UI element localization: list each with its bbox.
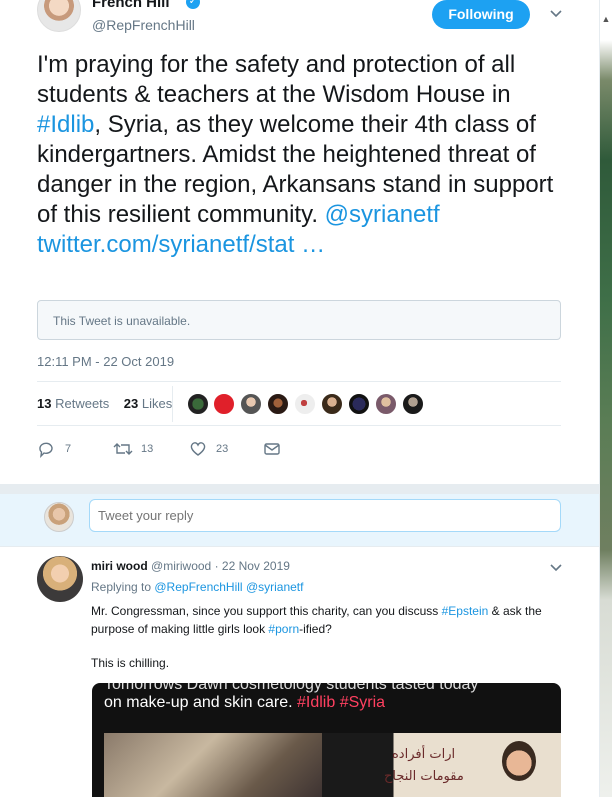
following-button[interactable]: Following <box>432 0 530 29</box>
reply-author-handle[interactable]: @miriwood <box>151 559 211 573</box>
tweet-timestamp[interactable]: 12:11 PM - 22 Oct 2019 <box>37 354 174 369</box>
reply-input[interactable] <box>89 499 561 532</box>
stats-separator <box>172 386 173 422</box>
reply-compose-area <box>0 494 599 546</box>
reply-count: 7 <box>65 443 72 455</box>
like-count: 23 <box>216 443 229 455</box>
reply-author-avatar[interactable] <box>37 556 83 602</box>
liker-avatar[interactable] <box>240 393 262 415</box>
liker-avatar[interactable] <box>321 393 343 415</box>
reply-author-name[interactable]: miri wood <box>91 559 148 573</box>
hashtag-link[interactable]: #Idlib <box>37 111 94 138</box>
scroll-up-arrow-icon[interactable]: ▲ <box>600 14 612 30</box>
liker-avatar[interactable] <box>267 393 289 415</box>
quoted-tweet-unavailable: This Tweet is unavailable. <box>37 300 561 340</box>
media-hashtag: #Syria <box>339 694 386 711</box>
media-hashtag: #Idlib <box>297 694 336 711</box>
divider <box>37 381 561 382</box>
tweet-text: I'm praying for the safety and protectio… <box>37 50 577 260</box>
liker-avatar[interactable] <box>402 393 424 415</box>
likes-stat[interactable]: 23 Likes <box>124 396 172 411</box>
liker-avatar[interactable] <box>187 393 209 415</box>
tweet-text-part: I'm praying for the safety and protectio… <box>37 51 516 108</box>
verified-badge-icon: ✓ <box>186 0 200 9</box>
retweets-stat[interactable]: 13 Retweets <box>37 396 109 411</box>
hashtag-link[interactable]: #porn <box>268 622 299 636</box>
url-link[interactable]: twitter.com/syrianetf/stat … <box>37 231 325 258</box>
background-strip: ▲ <box>600 0 612 797</box>
mention-link[interactable]: @RepFrenchHill <box>154 580 242 594</box>
heart-icon <box>190 442 206 456</box>
author-name[interactable]: French Hill <box>92 0 170 11</box>
envelope-icon <box>264 443 280 455</box>
liker-avatar[interactable] <box>375 393 397 415</box>
hashtag-link[interactable]: #Epstein <box>442 604 489 618</box>
reply-text-line2: This is chilling. <box>91 656 170 670</box>
mention-link[interactable]: @syrianetf <box>246 580 304 594</box>
engagement-stats: 13 Retweets 23 Likes <box>37 396 172 411</box>
media-photo-left <box>104 733 322 797</box>
media-sign-text: ارات أفراده <box>392 747 456 762</box>
media-sign-text: مقومات النجاح <box>384 769 464 784</box>
media-caption-text: on make-up and skin care. <box>104 694 297 711</box>
reply-author-line: miri wood @miriwood · 22 Nov 2019 <box>91 559 290 573</box>
chevron-down-icon[interactable] <box>549 563 563 573</box>
author-handle[interactable]: @RepFrenchHill <box>92 17 195 33</box>
divider <box>0 546 599 547</box>
replying-to-line: Replying to @RepFrenchHill @syrianetf <box>91 580 303 594</box>
chevron-down-icon[interactable] <box>549 9 563 19</box>
retweet-icon <box>113 443 133 455</box>
reply-icon <box>39 442 53 458</box>
reply-text-part: -ified? <box>299 622 332 636</box>
retweet-action[interactable]: 13 <box>113 440 163 460</box>
divider <box>37 425 561 426</box>
tweet-text-part: , Syria, as they welcome their 4th class… <box>37 111 554 228</box>
media-person <box>502 741 536 781</box>
liker-avatar[interactable] <box>294 393 316 415</box>
reply-date[interactable]: · 22 Nov 2019 <box>215 559 290 573</box>
mention-link[interactable]: @syrianetf <box>325 201 440 228</box>
tweet-detail-panel: French Hill ✓ @RepFrenchHill Following I… <box>0 0 600 797</box>
media-caption: on make-up and skin care. #Idlib #Syria <box>104 694 385 712</box>
liker-avatar[interactable] <box>213 393 235 415</box>
media-top-text: Tomorrows Dawn cosmetology students tast… <box>104 683 479 693</box>
author-avatar[interactable] <box>37 0 81 32</box>
reply-action[interactable]: 7 <box>37 440 77 460</box>
reply-media-image[interactable]: Tomorrows Dawn cosmetology students tast… <box>92 683 561 797</box>
reply-text-part: Mr. Congressman, since you support this … <box>91 604 442 618</box>
current-user-avatar[interactable] <box>44 502 74 532</box>
replying-prefix: Replying to <box>91 580 155 594</box>
direct-message-action[interactable] <box>263 440 283 460</box>
reply-text: Mr. Congressman, since you support this … <box>91 602 561 638</box>
retweet-count: 13 <box>141 443 154 455</box>
like-action[interactable]: 23 <box>189 440 234 460</box>
section-gap <box>0 484 599 494</box>
tweet-actions: 7 13 23 <box>37 440 297 460</box>
liker-avatar[interactable] <box>348 393 370 415</box>
